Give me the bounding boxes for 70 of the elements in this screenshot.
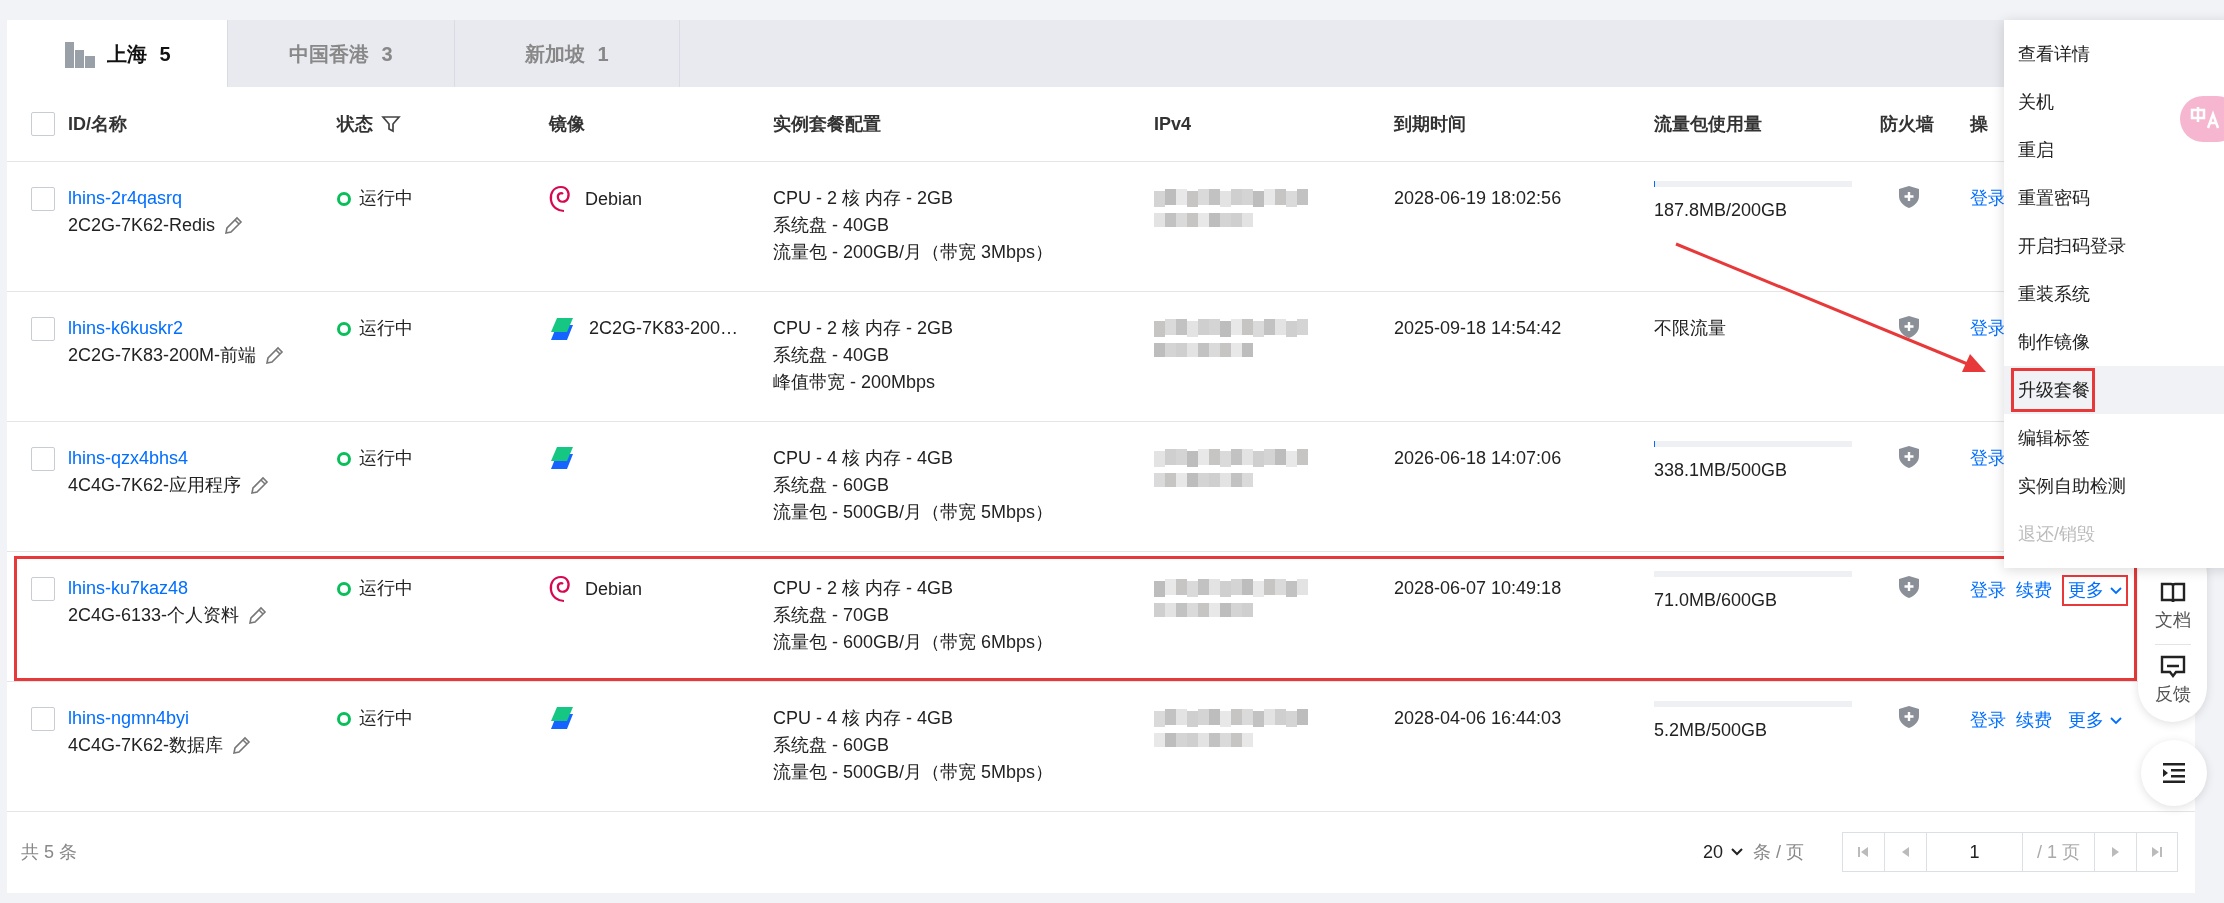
config-line: CPU - 2 核 内存 - 2GB (773, 317, 955, 340)
action-link[interactable]: 续费 (2016, 707, 2052, 734)
page-input[interactable]: 1 (1926, 832, 2022, 872)
traffic-usage: 338.1MB/500GB (1654, 459, 1789, 482)
column-header: 防火墙 (1880, 112, 1934, 136)
status-text: 运行中 (359, 447, 413, 470)
traffic-usage: 5.2MB/500GB (1654, 719, 1769, 742)
config-line: CPU - 2 核 内存 - 4GB (773, 577, 955, 600)
column-header: 流量包使用量 (1654, 112, 1762, 136)
instance-id-link[interactable]: lhins-ngmn4byi (68, 705, 190, 732)
page-size-select[interactable]: 20 (1702, 838, 1743, 866)
page-size-unit: 条 / 页 (1752, 840, 1804, 864)
traffic-usage: 187.8MB/200GB (1654, 199, 1789, 222)
config-line: CPU - 4 核 内存 - 4GB (773, 447, 955, 470)
traffic-usage: 不限流量 (1654, 317, 1727, 340)
image-name: 2C2G-7K83-200… (589, 317, 739, 340)
column-header: 操 (1970, 112, 1988, 136)
traffic-usage: 71.0MB/600GB (1654, 589, 1779, 612)
config-line: 流量包 - 500GB/月（带宽 5Mbps） (773, 761, 1055, 784)
more-dropdown[interactable]: 更多 (2062, 575, 2128, 606)
expiry-time: 2028-04-06 16:44:03 (1394, 707, 1563, 730)
instance-id-link[interactable]: lhins-k6kuskr2 (68, 315, 184, 342)
expiry-time: 2028-06-19 18:02:56 (1394, 187, 1563, 210)
config-line: CPU - 2 核 内存 - 2GB (773, 187, 955, 210)
instance-name: 2C2G-7K62-Redis (68, 214, 216, 237)
column-header: IPv4 (1154, 112, 1192, 136)
config-line: 系统盘 - 70GB (773, 604, 891, 627)
image-name: Debian (585, 577, 643, 601)
column-header: 实例套餐配置 (773, 112, 881, 136)
action-link[interactable]: 登录 (1970, 185, 2006, 212)
column-header: ID/名称 (68, 112, 127, 136)
action-link[interactable]: 登录 (1970, 315, 2006, 342)
config-line: CPU - 4 核 内存 - 4GB (773, 707, 955, 730)
expiry-time: 2025-09-18 14:54:42 (1394, 317, 1563, 340)
config-line: 系统盘 - 60GB (773, 734, 891, 757)
instance-name: 2C2G-7K83-200M-前端 (68, 344, 257, 367)
instance-id-link[interactable]: lhins-ku7kaz48 (68, 575, 189, 602)
tab[interactable]: 上海 5 (7, 20, 228, 87)
config-line: 系统盘 - 60GB (773, 474, 891, 497)
config-line: 峰值带宽 - 200Mbps (773, 371, 937, 394)
config-line: 系统盘 - 40GB (773, 214, 891, 237)
status-text: 运行中 (359, 707, 413, 730)
menu-item[interactable]: 升级套餐 (2004, 366, 2224, 414)
config-line: 流量包 - 500GB/月（带宽 5Mbps） (773, 501, 1055, 524)
expiry-time: 2028-06-07 10:49:18 (1394, 577, 1563, 600)
action-link[interactable]: 登录 (1970, 577, 2006, 604)
page-total: / 1 页 (2022, 832, 2094, 872)
instance-id-link[interactable]: lhins-qzx4bhs4 (68, 445, 189, 472)
instance-name: 4C4G-7K62-应用程序 (68, 474, 242, 497)
status-text: 运行中 (359, 187, 413, 210)
side-tool-button[interactable]: 文档 (2154, 581, 2191, 634)
instance-id-link[interactable]: lhins-2r4qasrq (68, 185, 183, 212)
config-line: 流量包 - 200GB/月（带宽 3Mbps） (773, 241, 1055, 264)
expiry-time: 2026-06-18 14:07:06 (1394, 447, 1563, 470)
config-line: 系统盘 - 40GB (773, 344, 891, 367)
side-tool-button[interactable]: 反馈 (2154, 655, 2191, 708)
column-header: 镜像 (549, 112, 585, 136)
image-name: Debian (585, 187, 643, 211)
status-text: 运行中 (359, 577, 413, 600)
config-line: 流量包 - 600GB/月（带宽 6Mbps） (773, 631, 1055, 654)
instance-name: 2C4G-6133-个人资料 (68, 604, 240, 627)
column-header: 状态 (337, 112, 373, 136)
column-header: 到期时间 (1394, 112, 1466, 136)
action-link[interactable]: 续费 (2016, 577, 2052, 604)
status-text: 运行中 (359, 317, 413, 340)
total-count: 共 5 条 (21, 840, 77, 864)
more-dropdown[interactable]: 更多 (2062, 705, 2128, 736)
action-link[interactable]: 登录 (1970, 445, 2006, 472)
instance-name: 4C4G-7K62-数据库 (68, 734, 224, 757)
action-link[interactable]: 登录 (1970, 707, 2006, 734)
